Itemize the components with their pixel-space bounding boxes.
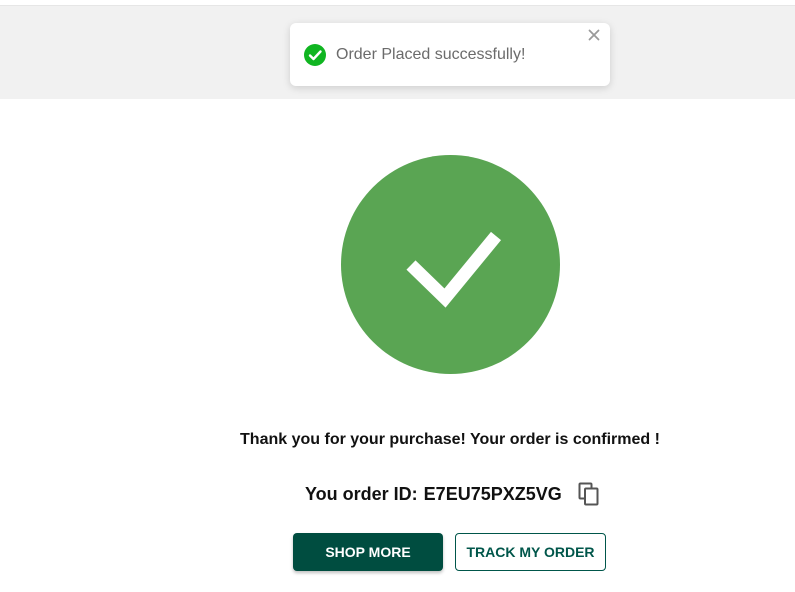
checkmark-icon — [341, 155, 560, 374]
shop-more-button[interactable]: SHOP MORE — [293, 533, 443, 571]
order-confirmation-page: Order Placed successfully! Thank you for… — [0, 0, 795, 592]
order-id-label: You order ID: — [305, 483, 418, 504]
success-toast: Order Placed successfully! — [290, 23, 610, 86]
order-id-value: E7EU75PXZ5VG — [423, 483, 562, 504]
track-order-button[interactable]: TRACK MY ORDER — [455, 533, 606, 571]
toast-message: Order Placed successfully! — [336, 46, 526, 63]
close-icon[interactable] — [586, 27, 602, 43]
check-circle-icon — [304, 44, 326, 66]
order-id-row: You order ID: E7EU75PXZ5VG — [305, 482, 600, 506]
thanks-message: Thank you for your purchase! Your order … — [240, 431, 660, 448]
copy-icon[interactable] — [578, 482, 600, 506]
